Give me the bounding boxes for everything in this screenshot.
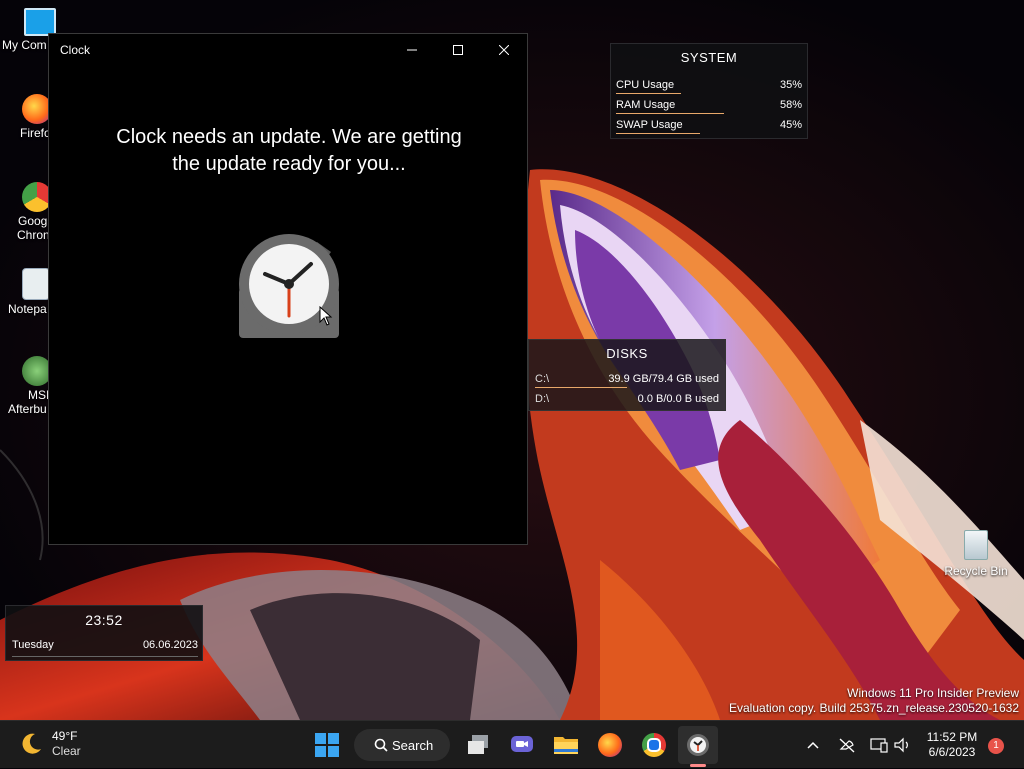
show-hidden-icons-button[interactable] <box>806 721 820 769</box>
file-explorer-button[interactable] <box>546 726 586 764</box>
widget-time: 23:52 <box>85 612 123 628</box>
datetime-widget: 23:52 Tuesday 06.06.2023 <box>5 605 203 661</box>
weather-widget[interactable]: 49°F Clear <box>18 729 81 759</box>
weather-condition: Clear <box>52 744 81 758</box>
clock-app-icon <box>687 734 709 756</box>
weather-temp: 49°F <box>52 729 78 743</box>
search-icon <box>374 738 388 752</box>
minimize-button[interactable] <box>389 34 435 66</box>
maximize-button[interactable] <box>435 34 481 66</box>
network-status[interactable] <box>838 721 856 769</box>
evaluation-watermark: Windows 11 Pro Insider Preview Evaluatio… <box>729 686 1019 715</box>
recycle-bin-icon <box>964 530 988 560</box>
file-explorer-icon <box>554 737 578 754</box>
widget-day: Tuesday <box>12 639 54 651</box>
chrome-taskbar-button[interactable] <box>634 726 674 764</box>
disk-d-row: D:\ 0.0 B/0.0 B used <box>535 393 719 405</box>
close-button[interactable] <box>481 34 527 66</box>
chrome-icon <box>642 733 666 757</box>
taskbar-search[interactable]: Search <box>354 729 450 761</box>
search-label: Search <box>392 737 434 753</box>
update-message: Clock needs an update. We are getting th… <box>116 126 462 175</box>
active-app-indicator <box>690 764 706 767</box>
system-time: 11:52 PM <box>926 730 978 744</box>
system-date: 6/6/2023 <box>928 745 976 759</box>
ram-usage-row: RAM Usage 58% <box>616 96 802 116</box>
widget-date: 06.06.2023 <box>142 639 198 651</box>
widget-divider <box>12 656 198 657</box>
cpu-usage-bar <box>616 93 682 94</box>
firefox-icon <box>598 733 622 757</box>
disks-widget-title: DISKS <box>606 346 648 361</box>
display-status[interactable] <box>870 721 888 769</box>
notification-badge[interactable]: 1 <box>988 738 1004 754</box>
system-widget-title: SYSTEM <box>680 50 738 65</box>
cpu-usage-row: CPU Usage 35% <box>616 76 802 96</box>
volume-icon <box>894 737 908 753</box>
system-clock[interactable]: 11:52 PM 6/6/2023 <box>920 730 984 760</box>
teams-button[interactable] <box>502 726 542 764</box>
task-view-button[interactable] <box>458 726 498 764</box>
teams-icon <box>511 736 533 752</box>
monitor-icon <box>24 8 56 36</box>
window-title: Clock <box>60 43 91 57</box>
start-button[interactable] <box>307 726 347 764</box>
desktop-icon-recycle-bin[interactable]: Recycle Bin <box>940 530 1012 578</box>
window-titlebar[interactable]: Clock <box>49 34 527 66</box>
ram-usage-bar <box>616 113 724 114</box>
minimize-icon <box>407 49 417 51</box>
task-view-icon <box>468 735 488 754</box>
clock-app-logo-icon <box>237 234 341 344</box>
mouse-cursor-icon <box>319 306 333 326</box>
firefox-taskbar-button[interactable] <box>590 726 630 764</box>
disk-c-bar <box>535 387 627 388</box>
swap-usage-bar <box>616 133 700 134</box>
network-off-icon <box>839 738 855 753</box>
clock-app-window[interactable]: Clock Clock needs an update. We are gett… <box>48 33 528 545</box>
moon-icon <box>22 733 41 754</box>
swap-usage-row: SWAP Usage 45% <box>616 116 802 136</box>
clock-taskbar-button[interactable] <box>678 726 718 764</box>
taskbar: 49°F Clear Search 11:52 PM 6/6/2023 1 <box>0 720 1024 768</box>
disk-c-row: C:\ 39.9 GB/79.4 GB used <box>535 370 719 390</box>
display-icon <box>870 738 888 753</box>
notepad-icon <box>22 268 50 300</box>
chevron-up-icon <box>807 741 819 749</box>
maximize-icon <box>453 45 463 55</box>
volume-control[interactable] <box>894 721 912 769</box>
start-icon <box>315 733 339 757</box>
close-icon <box>499 45 509 55</box>
disks-widget: DISKS C:\ 39.9 GB/79.4 GB used D:\ 0.0 B… <box>528 339 726 411</box>
system-widget: SYSTEM CPU Usage 35% RAM Usage 58% SWAP … <box>610 43 808 139</box>
